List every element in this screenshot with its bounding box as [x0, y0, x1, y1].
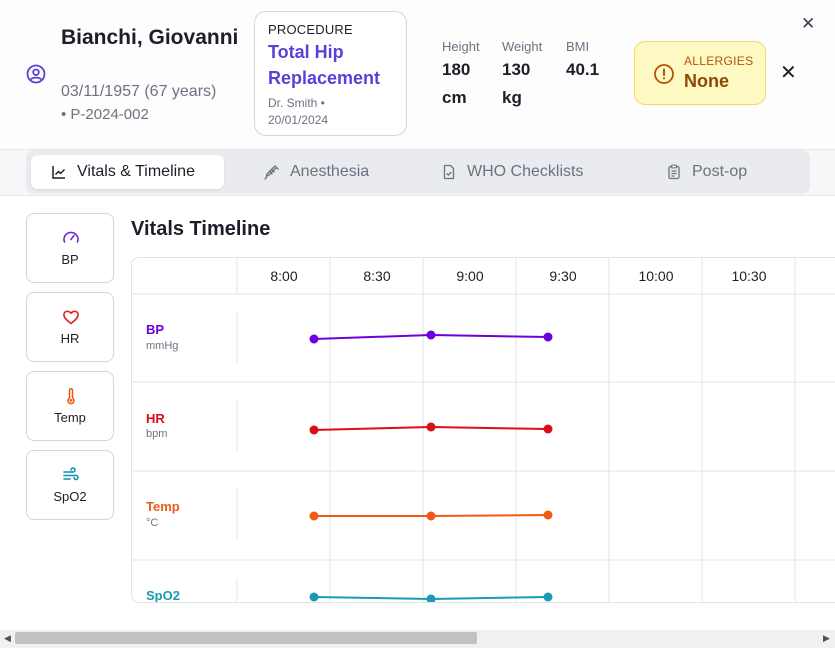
allergies-badge: ALLERGIES None: [634, 41, 766, 105]
hr-point[interactable]: [309, 425, 319, 435]
alert-circle-icon: [654, 64, 674, 84]
syringe-icon: [264, 165, 279, 180]
procedure-doctor-date: Dr. Smith • 20/01/2024: [268, 96, 329, 127]
patient-modal: Bianchi, Giovanni 03/11/1957 (67 years) …: [0, 0, 835, 648]
vital-button-hr[interactable]: HR: [26, 292, 114, 362]
hr-point[interactable]: [426, 422, 436, 432]
thermometer-icon: [67, 388, 75, 405]
tab-label: Vitals & Timeline: [77, 163, 195, 180]
allergies-label: ALLERGIES: [684, 54, 754, 68]
temp-point[interactable]: [543, 510, 553, 520]
vital-button-temp[interactable]: Temp: [26, 371, 114, 441]
temp-series: [309, 510, 553, 521]
vital-button-bp[interactable]: BP: [26, 213, 114, 283]
horizontal-scrollbar[interactable]: ◀ ▶: [0, 630, 835, 648]
bp-series: [309, 330, 553, 344]
hr-point[interactable]: [543, 424, 553, 434]
temp-point[interactable]: [426, 511, 436, 521]
vital-button-label: HR: [60, 331, 80, 346]
scroll-left-icon[interactable]: ◀: [4, 633, 11, 644]
chart-line-icon: [52, 166, 66, 179]
spo2-point[interactable]: [543, 592, 553, 602]
allergies-value: None: [684, 71, 729, 91]
procedure-name: Total Hip Replacement: [268, 42, 381, 88]
spo2-point[interactable]: [309, 592, 319, 602]
spo2-series: [309, 592, 553, 604]
tab-vitals-timeline[interactable]: Vitals & Timeline: [31, 155, 224, 189]
tab-label: WHO Checklists: [467, 163, 584, 180]
metric-value: 130 kg: [502, 60, 531, 107]
tab-anesthesia[interactable]: Anesthesia: [244, 155, 394, 189]
patient-dob-age: 03/11/1957 (67 years): [61, 83, 217, 100]
procedure-card: PROCEDURE Total Hip Replacement Dr. Smit…: [254, 11, 407, 136]
metric-label: BMI: [566, 39, 590, 54]
metric-value: 40.1: [566, 60, 600, 79]
vitals-series-plot: [309, 330, 553, 604]
tab-post-op[interactable]: Post-op: [646, 155, 786, 189]
gauge-icon: [63, 231, 79, 243]
heart-icon: [63, 310, 79, 325]
bp-point[interactable]: [426, 330, 436, 340]
vital-button-label: SpO2: [53, 489, 87, 504]
metric-label: Height: [442, 39, 480, 54]
vitals-timeline-title: Vitals Timeline: [131, 218, 271, 240]
scrollbar-thumb[interactable]: [15, 632, 477, 644]
temp-point[interactable]: [309, 511, 319, 521]
metric-height: Height 180 cm: [442, 39, 492, 112]
patient-header: Bianchi, Giovanni 03/11/1957 (67 years) …: [0, 0, 835, 150]
spo2-point[interactable]: [426, 594, 436, 604]
close-modal-icon[interactable]: ✕: [801, 14, 815, 34]
metric-label: Weight: [502, 39, 543, 54]
tab-who-checklists[interactable]: WHO Checklists: [421, 155, 601, 189]
hr-series: [309, 422, 553, 435]
vital-button-spo2[interactable]: SpO2: [26, 450, 114, 520]
bp-point[interactable]: [309, 334, 319, 344]
tab-label: Anesthesia: [290, 163, 370, 180]
patient-name: Bianchi, Giovanni: [61, 26, 239, 49]
clipboard-icon: [668, 164, 680, 180]
metric-bmi: BMI 40.1: [566, 39, 616, 84]
tab-label: Post-op: [692, 163, 748, 180]
procedure-label: PROCEDURE: [268, 22, 353, 37]
patient-id: • P-2024-002: [61, 106, 149, 123]
bp-point[interactable]: [543, 332, 553, 342]
vitals-timeline-grid: 8:00 8:30 9:00 9:30 10:00 10:30 11 BP mm…: [131, 257, 835, 603]
user-circle-icon: [26, 64, 46, 84]
file-check-icon: [443, 164, 455, 180]
close-icon[interactable]: ✕: [780, 63, 797, 83]
metric-value: 180 cm: [442, 60, 471, 107]
metric-weight: Weight 130 kg: [502, 39, 552, 112]
vital-button-label: BP: [61, 252, 79, 267]
wind-icon: [63, 467, 79, 481]
tab-bar: Vitals & Timeline Anesthesia WHO Checkli…: [26, 150, 810, 194]
vital-button-label: Temp: [54, 410, 86, 425]
scroll-right-icon[interactable]: ▶: [823, 633, 830, 644]
